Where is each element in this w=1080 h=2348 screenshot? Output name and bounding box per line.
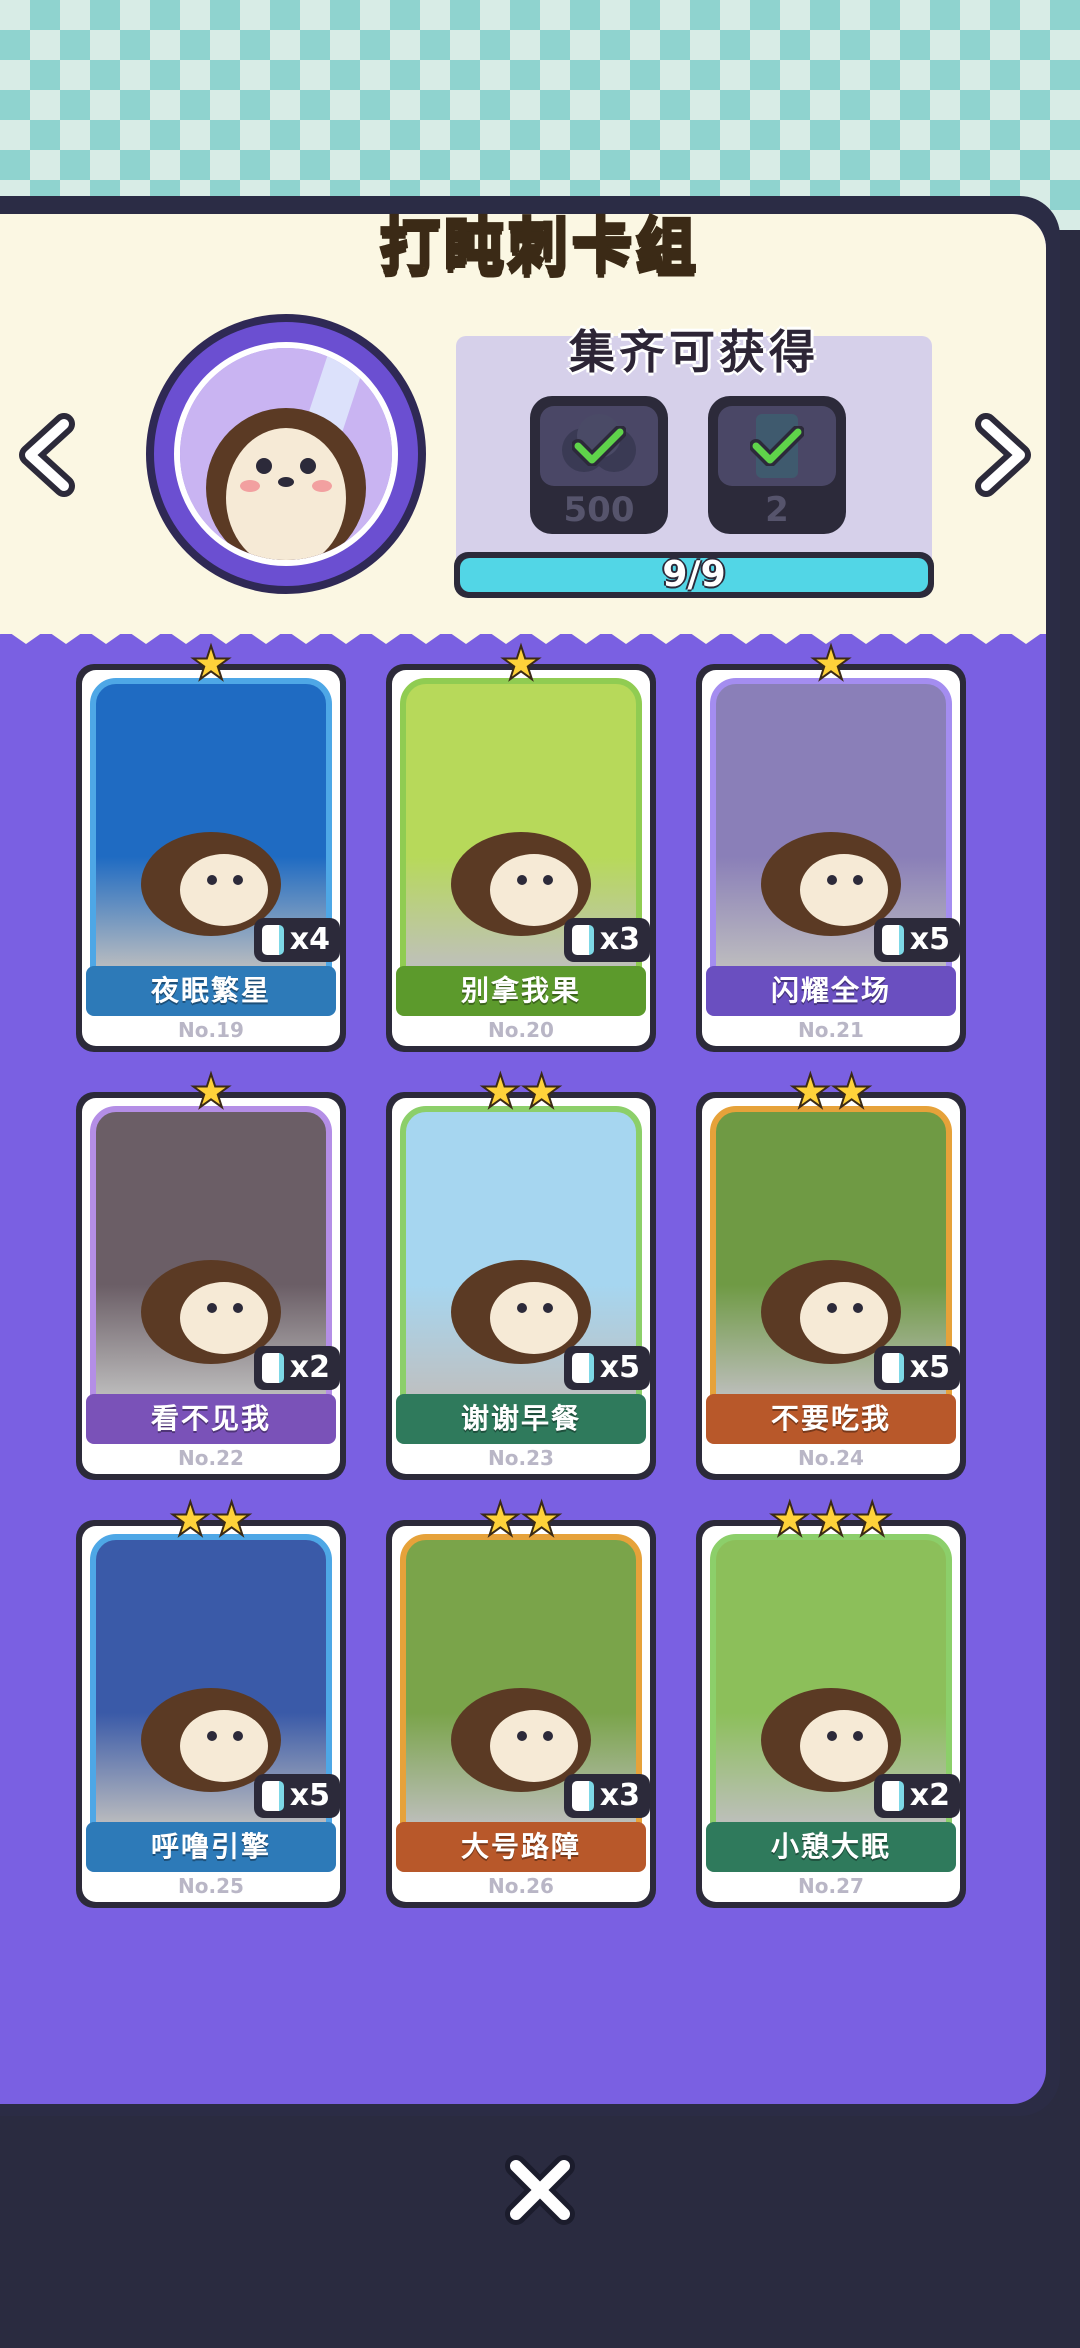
card-icon <box>881 1781 904 1811</box>
reward-coin-count: 500 <box>563 490 635 530</box>
card-name: 小憩大眠 <box>706 1822 956 1872</box>
check-icon <box>572 426 626 466</box>
reward-pack-count: 2 <box>765 490 789 530</box>
card-count: x5 <box>599 1350 640 1385</box>
card-name: 看不见我 <box>86 1394 336 1444</box>
card-stars: ★ <box>386 636 656 690</box>
card-count-badge: x5 <box>873 918 960 962</box>
star-icon: ★ <box>851 1492 894 1546</box>
card-icon <box>261 1781 284 1811</box>
card-count-badge: x5 <box>253 1774 340 1818</box>
reward-title: 集齐可获得 <box>569 325 819 379</box>
prev-arrow-icon[interactable] <box>14 410 84 500</box>
card-count: x2 <box>909 1778 950 1813</box>
card-number: No.20 <box>488 1018 554 1042</box>
collection-card[interactable]: ★ x4 夜眠繁星 No.19 <box>76 639 346 1052</box>
card-stars: ★ <box>696 636 966 690</box>
star-icon: ★ <box>189 636 232 690</box>
card-stars: ★ <box>76 1064 346 1118</box>
card-count: x5 <box>289 1778 330 1813</box>
collection-progress-bar: 9/9 <box>454 552 934 598</box>
card-name: 别拿我果 <box>396 966 646 1016</box>
card-count-badge: x4 <box>253 918 340 962</box>
card-number: No.21 <box>798 1018 864 1042</box>
star-icon: ★ <box>768 1492 811 1546</box>
card-count: x4 <box>289 922 330 957</box>
progress-text: 9/9 <box>662 554 726 595</box>
card-icon <box>571 1781 594 1811</box>
card-number: No.26 <box>488 1874 554 1898</box>
card-number: No.24 <box>798 1446 864 1470</box>
card-count: x5 <box>909 922 950 957</box>
card-name: 谢谢早餐 <box>396 1394 646 1444</box>
close-icon[interactable] <box>500 2150 580 2230</box>
card-number: No.23 <box>488 1446 554 1470</box>
card-count-badge: x2 <box>873 1774 960 1818</box>
star-icon: ★ <box>479 1064 522 1118</box>
next-arrow-icon[interactable] <box>966 410 1036 500</box>
card-stars: ★ ★ <box>386 1064 656 1118</box>
collection-medal <box>146 314 426 594</box>
card-icon <box>571 1353 594 1383</box>
star-icon: ★ <box>169 1492 212 1546</box>
star-icon: ★ <box>830 1064 873 1118</box>
card-count: x3 <box>599 1778 640 1813</box>
star-icon: ★ <box>189 1064 232 1118</box>
card-count-badge: x5 <box>873 1346 960 1390</box>
star-icon: ★ <box>520 1492 563 1546</box>
card-name: 不要吃我 <box>706 1394 956 1444</box>
reward-coin-slot[interactable]: 500 <box>530 396 668 534</box>
collection-card[interactable]: ★ ★ x5 呼噜引擎 No.25 <box>76 1495 346 1908</box>
card-stars: ★ ★ <box>76 1492 346 1546</box>
collection-card[interactable]: ★ ★ x5 不要吃我 No.24 <box>696 1067 966 1480</box>
card-count-badge: x2 <box>253 1346 340 1390</box>
card-icon <box>261 1353 284 1383</box>
card-number: No.22 <box>178 1446 244 1470</box>
collection-card[interactable]: ★ x2 看不见我 No.22 <box>76 1067 346 1480</box>
collection-card[interactable]: ★ ★ x3 大号路障 No.26 <box>386 1495 656 1908</box>
card-number: No.19 <box>178 1018 244 1042</box>
star-icon: ★ <box>789 1064 832 1118</box>
collection-card[interactable]: ★ ★ ★ x2 小憩大眠 No.27 <box>696 1495 966 1908</box>
star-icon: ★ <box>520 1064 563 1118</box>
card-count: x3 <box>599 922 640 957</box>
card-stars: ★ ★ <box>386 1492 656 1546</box>
star-icon: ★ <box>479 1492 522 1546</box>
collection-card[interactable]: ★ x5 闪耀全场 No.21 <box>696 639 966 1052</box>
star-icon: ★ <box>210 1492 253 1546</box>
card-stars: ★ ★ ★ <box>696 1492 966 1546</box>
card-name: 呼噜引擎 <box>86 1822 336 1872</box>
card-stars: ★ <box>76 636 346 690</box>
card-number: No.25 <box>178 1874 244 1898</box>
card-count: x5 <box>909 1350 950 1385</box>
card-name: 夜眠繁星 <box>86 966 336 1016</box>
reward-pack-slot[interactable]: 2 <box>708 396 846 534</box>
card-icon <box>571 925 594 955</box>
card-count-badge: x3 <box>563 1774 650 1818</box>
star-icon: ★ <box>499 636 542 690</box>
card-count-badge: x5 <box>563 1346 650 1390</box>
card-icon <box>881 1353 904 1383</box>
collection-card[interactable]: ★ x3 别拿我果 No.20 <box>386 639 656 1052</box>
card-icon <box>881 925 904 955</box>
card-count: x2 <box>289 1350 330 1385</box>
card-number: No.27 <box>798 1874 864 1898</box>
star-icon: ★ <box>809 636 852 690</box>
collection-card[interactable]: ★ ★ x5 谢谢早餐 No.23 <box>386 1067 656 1480</box>
card-icon <box>261 925 284 955</box>
hedgehog-portrait <box>174 342 398 566</box>
card-name: 大号路障 <box>396 1822 646 1872</box>
card-name: 闪耀全场 <box>706 966 956 1016</box>
star-icon: ★ <box>809 1492 852 1546</box>
page-title: 打盹刺卡组 <box>379 211 700 284</box>
card-stars: ★ ★ <box>696 1064 966 1118</box>
check-icon <box>750 426 804 466</box>
card-count-badge: x3 <box>563 918 650 962</box>
